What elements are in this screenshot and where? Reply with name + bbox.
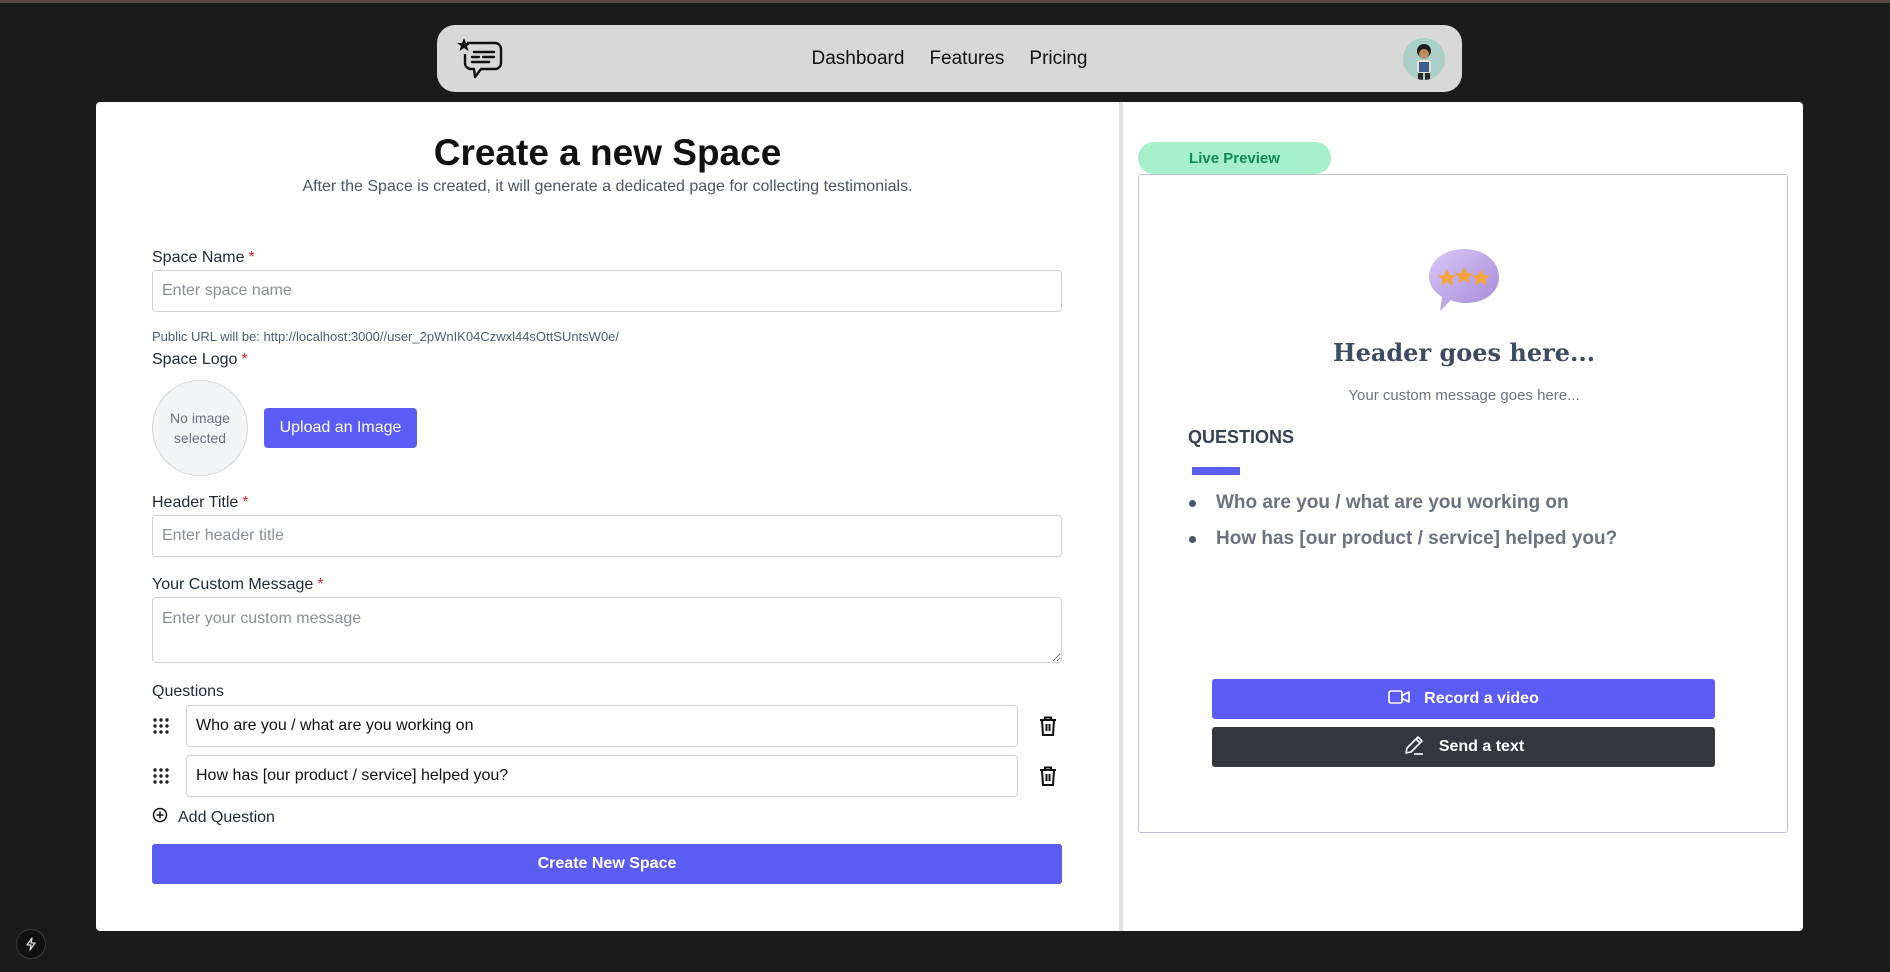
question-row [152,755,1062,797]
space-logo-label: Space Logo * [152,351,248,369]
space-name-label: Space Name * [152,249,255,267]
add-question-label: Add Question [178,808,275,826]
question-input[interactable] [186,755,1018,797]
main-card: Create a new Space After the Space is cr… [96,102,1803,931]
preview-question-item: Who are you / what are you working on [1188,485,1617,521]
record-video-button[interactable]: Record a video [1212,679,1715,719]
record-video-label: Record a video [1424,690,1539,707]
navbar: Dashboard Features Pricing [437,25,1462,92]
required-mark: * [317,576,324,593]
live-preview-badge: Live Preview [1138,142,1331,174]
accent-bar [1192,467,1240,475]
preview-header: Header goes here... [1332,338,1596,367]
header-title-label: Header Title * [152,494,249,512]
space-name-input[interactable] [152,270,1062,312]
plus-circle-icon [152,807,168,828]
preview-questions-list: Who are you / what are you working on Ho… [1188,485,1617,557]
nav-link-features[interactable]: Features [929,48,1004,70]
send-text-button[interactable]: Send a text [1212,727,1715,767]
public-url-text: Public URL will be: http://localhost:300… [152,329,620,344]
page-subtitle: After the Space is created, it will gene… [302,178,913,195]
required-mark: * [248,249,255,266]
trash-icon[interactable] [1038,765,1058,787]
page-title: Create a new Space [433,132,782,173]
space-name-label-text: Space Name [152,249,245,266]
required-mark: * [241,351,248,368]
chat-bubble-stars-icon [1426,245,1502,315]
question-input[interactable] [186,705,1018,747]
custom-message-label-text: Your Custom Message [152,576,314,593]
preview-message: Your custom message goes here... [1348,387,1580,404]
upload-image-button[interactable]: Upload an Image [264,408,417,448]
drag-handle-icon[interactable] [152,717,170,735]
nav-links: Dashboard Features Pricing [811,48,1087,70]
header-title-label-text: Header Title [152,494,239,511]
pencil-icon [1403,734,1425,761]
custom-message-textarea[interactable] [152,597,1062,663]
bolt-icon[interactable] [16,929,46,959]
window-top-line [0,0,1890,3]
send-text-label: Send a text [1438,738,1525,755]
logo-placeholder: No image selected [152,380,248,476]
column-divider [1119,102,1123,931]
trash-icon[interactable] [1038,715,1058,737]
nav-link-dashboard[interactable]: Dashboard [811,48,904,70]
preview-panel: Header goes here... Your custom message … [1138,174,1788,833]
create-space-button[interactable]: Create New Space [152,844,1062,884]
add-question-button[interactable]: Add Question [152,807,275,828]
chat-logo-icon[interactable] [455,35,503,81]
questions-label: Questions [152,683,225,700]
custom-message-label: Your Custom Message * [152,576,324,594]
user-avatar[interactable] [1403,38,1445,80]
question-row [152,705,1062,747]
space-logo-label-text: Space Logo [152,351,238,368]
nav-link-pricing[interactable]: Pricing [1029,48,1087,70]
header-title-input[interactable] [152,515,1062,557]
required-mark: * [242,494,249,511]
preview-question-item: How has [our product / service] helped y… [1188,521,1617,557]
drag-handle-icon[interactable] [152,767,170,785]
preview-questions-title: QUESTIONS [1188,427,1295,447]
video-camera-icon [1388,689,1410,710]
